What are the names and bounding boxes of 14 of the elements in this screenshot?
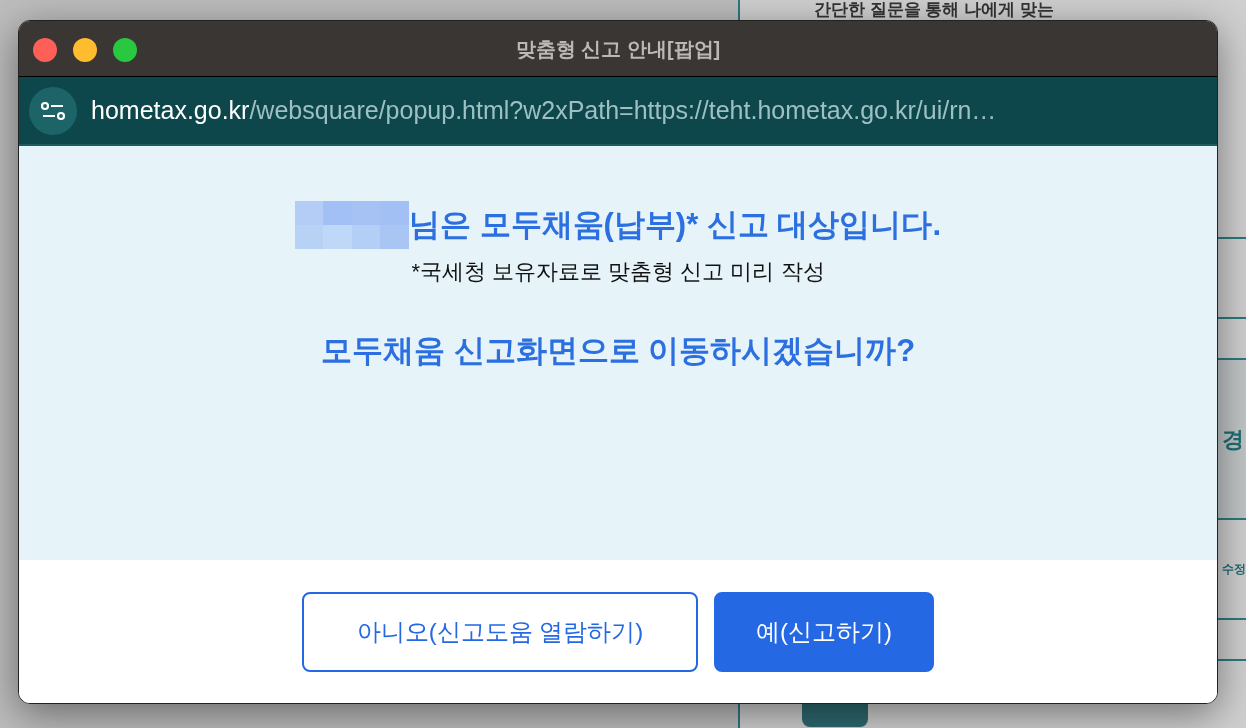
question-text: 모두채움 신고화면으로 이동하시겠습니까? — [320, 332, 916, 370]
zoom-button[interactable] — [113, 38, 137, 62]
cancel-button[interactable]: 아니오(신고도움 열람하기) — [302, 592, 698, 672]
minimize-button[interactable] — [73, 38, 97, 62]
window-title: 맞춤형 신고 안내[팝업] — [515, 36, 721, 62]
note-text: *국세청 보유자료로 맞춤형 신고 미리 작성 — [411, 258, 825, 286]
side-label: 수정 — [1222, 561, 1246, 578]
page-heading: 간단한 질문을 통해 나에게 맞는 — [814, 0, 1055, 20]
side-label: 경 — [1222, 425, 1244, 454]
headline-text: 님은 모두채움(납부)* 신고 대상입니다. — [408, 205, 942, 244]
confirm-button[interactable]: 예(신고하기) — [714, 592, 934, 672]
url-text[interactable]: hometax.go.kr/websquare/popup.html?w2xPath=https://teht.hometax.go.kr/ui/rn… — [91, 91, 997, 130]
site-settings-icon[interactable] — [29, 86, 77, 135]
close-button[interactable] — [33, 38, 57, 62]
